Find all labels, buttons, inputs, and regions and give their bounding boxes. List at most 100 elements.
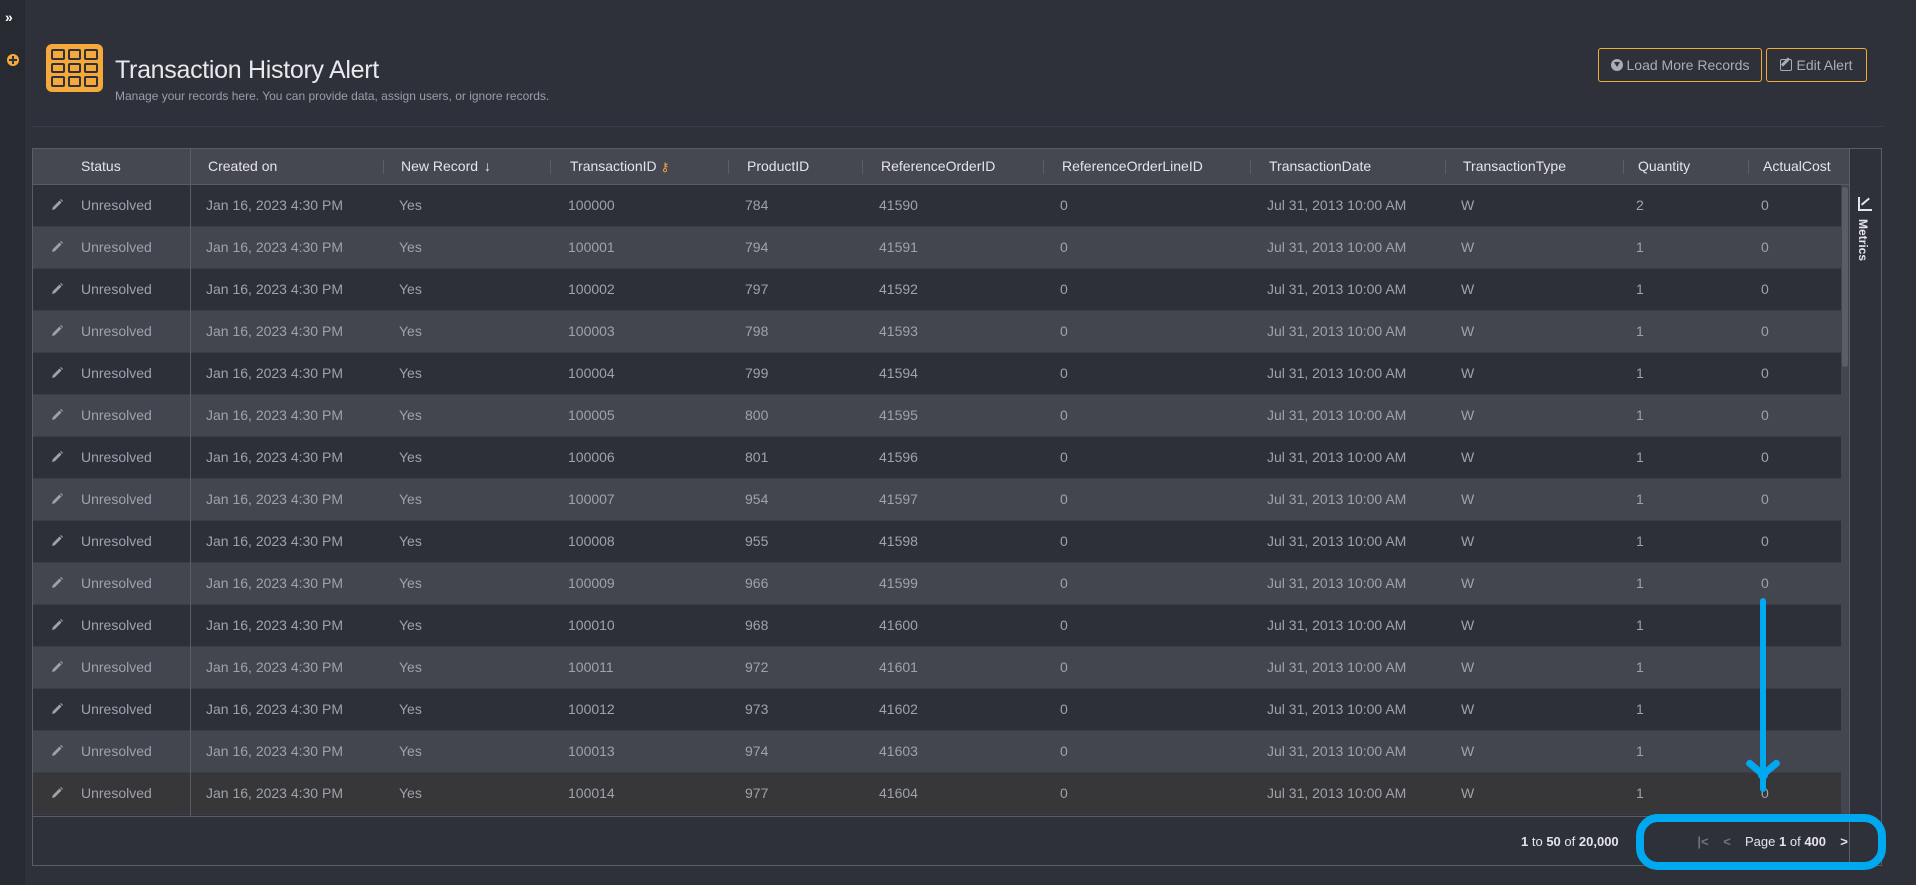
cell-new-record: Yes bbox=[399, 281, 422, 297]
column-header-label: ProductID bbox=[747, 158, 810, 174]
pencil-icon[interactable] bbox=[50, 744, 64, 758]
table-row[interactable]: Unresolved Jan 16, 2023 4:30 PM Yes 100001 7… bbox=[33, 227, 1841, 269]
column-header-reference-order-id[interactable]: ReferenceOrderID bbox=[881, 149, 995, 184]
cell-actual-cost: 0 bbox=[1761, 281, 1769, 297]
row-count-summary: 1 to 50 of 20,000 bbox=[1521, 817, 1619, 866]
column-resize-handle[interactable] bbox=[1250, 160, 1251, 174]
table-row[interactable]: Unresolved Jan 16, 2023 4:30 PM Yes 100005 8… bbox=[33, 395, 1841, 437]
cell-reference-order-id: 41592 bbox=[879, 281, 918, 297]
page-subtitle: Manage your records here. You can provid… bbox=[115, 89, 550, 103]
cell-transaction-id: 100001 bbox=[568, 239, 615, 255]
pencil-icon[interactable] bbox=[50, 702, 64, 716]
pencil-icon[interactable] bbox=[50, 282, 64, 296]
cell-reference-order-id: 41596 bbox=[879, 449, 918, 465]
column-resize-handle[interactable] bbox=[1043, 160, 1044, 174]
vertical-scrollbar-thumb[interactable] bbox=[1842, 187, 1848, 367]
pencil-icon[interactable] bbox=[50, 660, 64, 674]
column-resize-handle[interactable] bbox=[862, 160, 863, 174]
column-header-quantity[interactable]: Quantity bbox=[1638, 149, 1690, 184]
cell-transaction-date: Jul 31, 2013 10:00 AM bbox=[1267, 407, 1407, 423]
pencil-icon[interactable] bbox=[50, 240, 64, 254]
cell-reference-order-line-id: 0 bbox=[1060, 197, 1068, 213]
table-row[interactable]: Unresolved Jan 16, 2023 4:30 PM Yes 100012 9… bbox=[33, 689, 1841, 731]
table-row[interactable]: Unresolved Jan 16, 2023 4:30 PM Yes 100010 9… bbox=[33, 605, 1841, 647]
column-resize-handle[interactable] bbox=[550, 160, 551, 174]
plus-circle-icon[interactable] bbox=[7, 54, 19, 66]
table-row[interactable]: Unresolved Jan 16, 2023 4:30 PM Yes 100004 7… bbox=[33, 353, 1841, 395]
table-row[interactable]: Unresolved Jan 16, 2023 4:30 PM Yes 100007 9… bbox=[33, 479, 1841, 521]
table-row[interactable]: Unresolved Jan 16, 2023 4:30 PM Yes 100014 9… bbox=[33, 773, 1841, 815]
cell-status: Unresolved bbox=[81, 617, 152, 633]
table-row[interactable]: Unresolved Jan 16, 2023 4:30 PM Yes 100008 9… bbox=[33, 521, 1841, 563]
column-header-new-record[interactable]: New Record ↓ bbox=[401, 149, 491, 184]
pencil-icon[interactable] bbox=[50, 450, 64, 464]
edit-alert-button[interactable]: Edit Alert bbox=[1766, 48, 1867, 82]
cell-new-record: Yes bbox=[399, 617, 422, 633]
cell-created-on: Jan 16, 2023 4:30 PM bbox=[206, 617, 343, 633]
cell-transaction-date: Jul 31, 2013 10:00 AM bbox=[1267, 197, 1407, 213]
table-row[interactable]: Unresolved Jan 16, 2023 4:30 PM Yes 100006 8… bbox=[33, 437, 1841, 479]
cell-product-id: 801 bbox=[745, 449, 769, 465]
column-header-transaction-date[interactable]: TransactionDate bbox=[1269, 149, 1371, 184]
table-row[interactable]: Unresolved Jan 16, 2023 4:30 PM Yes 100000 7… bbox=[33, 185, 1841, 227]
pencil-icon[interactable] bbox=[50, 324, 64, 338]
table-icon bbox=[46, 44, 103, 92]
cell-transaction-id: 100013 bbox=[568, 743, 615, 759]
cell-reference-order-id: 41600 bbox=[879, 617, 918, 633]
cell-product-id: 968 bbox=[745, 617, 769, 633]
column-resize-handle[interactable] bbox=[383, 160, 384, 174]
cell-created-on: Jan 16, 2023 4:30 PM bbox=[206, 743, 343, 759]
cell-reference-order-id: 41595 bbox=[879, 407, 918, 423]
cell-product-id: 799 bbox=[745, 365, 769, 381]
cell-reference-order-id: 41594 bbox=[879, 365, 918, 381]
range-to-word: to bbox=[1531, 834, 1543, 849]
column-resize-handle[interactable] bbox=[1623, 160, 1624, 174]
column-header-transaction-id[interactable]: TransactionID ⚷ bbox=[570, 149, 669, 184]
pencil-icon[interactable] bbox=[50, 408, 64, 422]
column-resize-handle[interactable] bbox=[1445, 160, 1446, 174]
pencil-icon[interactable] bbox=[50, 786, 64, 800]
table-row[interactable]: Unresolved Jan 16, 2023 4:30 PM Yes 100003 7… bbox=[33, 311, 1841, 353]
cell-transaction-date: Jul 31, 2013 10:00 AM bbox=[1267, 659, 1407, 675]
column-header-actual-cost[interactable]: ActualCost bbox=[1763, 149, 1831, 184]
cell-status: Unresolved bbox=[81, 575, 152, 591]
pencil-icon[interactable] bbox=[50, 492, 64, 506]
cell-reference-order-line-id: 0 bbox=[1060, 449, 1068, 465]
cell-status: Unresolved bbox=[81, 701, 152, 717]
column-resize-handle[interactable] bbox=[728, 160, 729, 174]
cell-reference-order-id: 41599 bbox=[879, 575, 918, 591]
column-header-status[interactable]: Status bbox=[81, 149, 121, 184]
vertical-scrollbar[interactable] bbox=[1841, 185, 1849, 816]
cell-reference-order-line-id: 0 bbox=[1060, 407, 1068, 423]
cell-new-record: Yes bbox=[399, 743, 422, 759]
first-page-button[interactable]: |< bbox=[1697, 834, 1709, 849]
cell-transaction-type: W bbox=[1461, 659, 1475, 675]
column-header-created-on[interactable]: Created on bbox=[208, 149, 277, 184]
table-row[interactable]: Unresolved Jan 16, 2023 4:30 PM Yes 100013 9… bbox=[33, 731, 1841, 773]
cell-transaction-id: 100011 bbox=[568, 659, 614, 675]
metrics-tab[interactable]: Metrics bbox=[1856, 197, 1876, 267]
pencil-icon[interactable] bbox=[50, 198, 64, 212]
previous-page-button[interactable]: < bbox=[1721, 834, 1733, 849]
pencil-icon[interactable] bbox=[50, 534, 64, 548]
current-page: 1 bbox=[1779, 834, 1787, 849]
expand-sidebar-button[interactable]: » bbox=[5, 9, 21, 25]
cell-reference-order-id: 41591 bbox=[879, 239, 918, 255]
pencil-icon[interactable] bbox=[50, 618, 64, 632]
pencil-icon[interactable] bbox=[50, 366, 64, 380]
cell-actual-cost: 0 bbox=[1761, 239, 1769, 255]
cell-product-id: 966 bbox=[745, 575, 769, 591]
column-header-reference-order-line-id[interactable]: ReferenceOrderLineID bbox=[1062, 149, 1203, 184]
column-header-product-id[interactable]: ProductID bbox=[747, 149, 809, 184]
load-more-records-button[interactable]: Load More Records bbox=[1598, 48, 1762, 82]
table-row[interactable]: Unresolved Jan 16, 2023 4:30 PM Yes 100009 9… bbox=[33, 563, 1841, 605]
next-page-icon: > bbox=[1840, 834, 1848, 849]
header-divider bbox=[32, 126, 1884, 127]
column-resize-handle[interactable] bbox=[1748, 160, 1749, 174]
next-page-button[interactable]: > bbox=[1838, 834, 1850, 849]
pencil-icon[interactable] bbox=[50, 576, 64, 590]
cell-created-on: Jan 16, 2023 4:30 PM bbox=[206, 701, 343, 717]
table-row[interactable]: Unresolved Jan 16, 2023 4:30 PM Yes 100002 7… bbox=[33, 269, 1841, 311]
column-header-transaction-type[interactable]: TransactionType bbox=[1463, 149, 1566, 184]
table-row[interactable]: Unresolved Jan 16, 2023 4:30 PM Yes 100011 9… bbox=[33, 647, 1841, 689]
